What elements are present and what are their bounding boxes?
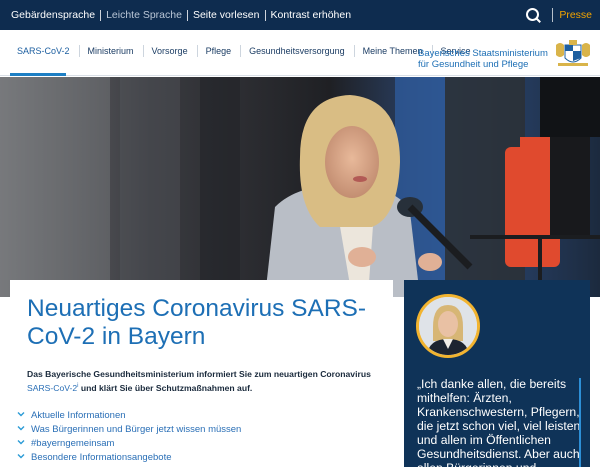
sars-cov-2-link[interactable]: SARS-CoV-2 [27,383,77,393]
chevron-down-icon [17,438,25,446]
link-buerger-wissen[interactable]: Was Bürgerinnen und Bürger jetzt wissen … [17,422,241,436]
hero-photo [0,77,600,297]
link-bayerngemeinsam[interactable]: #bayerngemeinsam [17,436,241,450]
nav-item-sars-cov-2[interactable]: SARS-CoV-2 [8,45,79,57]
quote-accent-rule [579,378,581,467]
bavaria-crest-logo[interactable] [552,39,594,69]
topic-links: Aktuelle Informationen Was Bürgerinnen u… [17,408,241,464]
link-besondere-informationsangebote[interactable]: Besondere Informationsangebote [17,450,241,464]
link-label: #bayerngemeinsam [31,437,115,449]
nav-items: SARS-CoV-2 Ministerium Vorsorge Pflege G… [8,45,480,57]
link-leichte-sprache[interactable]: Leichte Sprache [101,9,187,21]
intro-text-start: Das Bayerische Gesundheitsministerium in… [27,369,371,379]
chevron-down-icon [17,410,25,418]
utility-right: Presse [524,6,600,24]
divider [264,9,266,21]
active-tab-indicator [10,73,66,76]
chevron-down-icon [17,452,25,460]
link-label: Besondere Informationsangebote [31,451,172,463]
divider [552,8,554,22]
minister-portrait [416,294,480,358]
content-card: Neuartiges Coronavirus SARS-CoV-2 in Bay… [10,280,393,467]
nav-item-pflege[interactable]: Pflege [196,45,241,57]
divider [186,9,188,21]
quote-panel: „Ich danke allen, die bereits mithelfen:… [404,280,590,467]
divider [100,9,102,21]
page-title: Neuartiges Coronavirus SARS-CoV-2 in Bay… [27,295,367,350]
link-presse[interactable]: Presse [559,9,592,21]
link-gebaerdensprache[interactable]: Gebärdensprache [6,9,100,21]
chevron-down-icon [17,424,25,432]
utility-bar: Gebärdensprache Leichte Sprache Seite vo… [0,0,600,30]
search-icon[interactable] [524,6,542,24]
link-seite-vorlesen[interactable]: Seite vorlesen [188,9,265,21]
link-label: Aktuelle Informationen [31,409,126,421]
intro-text-end: und klärt Sie über Schutzmaßnahmen auf. [78,382,253,393]
nav-item-vorsorge[interactable]: Vorsorge [142,45,197,57]
accessibility-links: Gebärdensprache Leichte Sprache Seite vo… [0,9,356,21]
ministry-name[interactable]: Bayerisches Staatsministerium für Gesund… [418,48,548,70]
link-kontrast-erhoehen[interactable]: Kontrast erhöhen [266,9,357,21]
intro-text: Das Bayerische Gesundheitsministerium in… [27,368,387,394]
quote-text: „Ich danke allen, die bereits mithelfen:… [417,377,581,467]
main-nav: SARS-CoV-2 Ministerium Vorsorge Pflege G… [0,30,600,76]
nav-item-ministerium[interactable]: Ministerium [78,45,143,57]
link-label: Was Bürgerinnen und Bürger jetzt wissen … [31,423,242,435]
link-aktuelle-informationen[interactable]: Aktuelle Informationen [17,408,241,422]
nav-item-gesundheitsversorgung[interactable]: Gesundheitsversorgung [240,45,354,57]
